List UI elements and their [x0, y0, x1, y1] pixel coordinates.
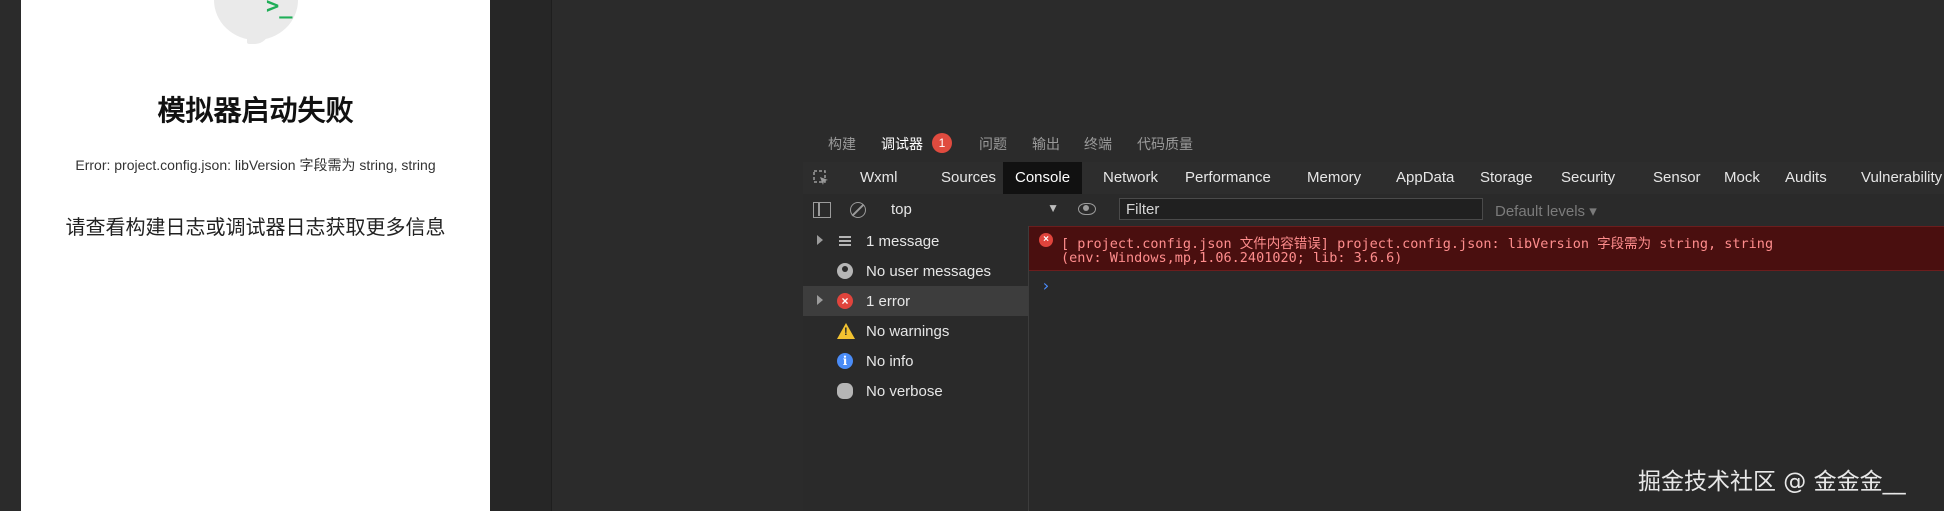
- context-value: top: [891, 201, 912, 218]
- devtools-panel: 构建 调试器 1 问题 输出 终端 代码质量 Wxml Sources Cons…: [803, 124, 1944, 511]
- warning-mark: !: [844, 326, 848, 338]
- devtools-panel-tabs: Wxml Sources Console Network Performance…: [803, 162, 1944, 195]
- live-expression-eye-icon[interactable]: [1078, 203, 1096, 215]
- simulator-error-message: Error: project.config.json: libVersion 字…: [75, 157, 436, 173]
- clear-console-icon[interactable]: [850, 202, 866, 218]
- sidebar-item-label: No verbose: [866, 383, 943, 400]
- sidebar-item-label: No warnings: [866, 323, 950, 340]
- tab-build[interactable]: 构建: [828, 134, 856, 154]
- tab-performance[interactable]: Performance: [1173, 162, 1283, 194]
- tab-network[interactable]: Network: [1091, 162, 1170, 194]
- sidebar-item-label: 1 error: [866, 293, 911, 310]
- expand-arrow-icon[interactable]: [817, 235, 823, 245]
- info-icon: i: [837, 353, 853, 369]
- log-levels-dropdown[interactable]: Default levels ▾: [1495, 202, 1597, 220]
- simulator-hint: 请查看构建日志或调试器日志获取更多信息: [65, 215, 446, 239]
- debug-tabs: 构建 调试器 1 问题 输出 终端 代码质量: [803, 124, 1944, 164]
- expand-arrow-icon[interactable]: [817, 295, 823, 305]
- context-selector[interactable]: top ▼: [891, 201, 1059, 219]
- simulator-fail-title: 模拟器启动失败: [157, 94, 354, 127]
- console-prompt[interactable]: ›: [1041, 276, 1051, 295]
- tab-security[interactable]: Security: [1549, 162, 1627, 194]
- tab-vulnerability[interactable]: Vulnerability: [1849, 162, 1944, 194]
- sidebar-toggle-icon[interactable]: [813, 202, 831, 218]
- sidebar-item-user-messages[interactable]: No user messages: [803, 256, 1028, 286]
- sidebar-item-label: 1 message: [866, 233, 940, 250]
- error-icon: ×: [1039, 233, 1053, 247]
- error-icon: ×: [837, 293, 853, 309]
- sidebar-item-label: No info: [866, 353, 914, 370]
- tab-storage[interactable]: Storage: [1468, 162, 1545, 194]
- list-icon: [837, 233, 853, 249]
- sidebar-item-verbose[interactable]: No verbose: [803, 376, 1028, 406]
- tab-debugger[interactable]: 调试器: [881, 134, 923, 164]
- tab-mock[interactable]: Mock: [1712, 162, 1772, 194]
- watermark: 掘金技术社区 @ 金金金__: [1638, 469, 1906, 495]
- sidebar-item-warnings[interactable]: ! No warnings: [803, 316, 1028, 346]
- tab-console[interactable]: Console: [1003, 162, 1083, 194]
- tab-terminal[interactable]: 终端: [1084, 134, 1112, 154]
- sidebar-item-errors[interactable]: × 1 error: [803, 286, 1028, 316]
- console-error-message[interactable]: × [ project.config.json 文件内容错误] project.…: [1029, 226, 1944, 271]
- tab-output[interactable]: 输出: [1032, 134, 1060, 154]
- tab-wxml[interactable]: Wxml: [848, 162, 910, 194]
- left-edge: [0, 0, 21, 511]
- tab-audits[interactable]: Audits: [1773, 162, 1839, 194]
- console-sidebar: 1 message No user messages × 1 error ! N…: [803, 226, 1029, 511]
- tab-issues[interactable]: 问题: [979, 134, 1007, 154]
- terminal-mark-icon: >_: [266, 0, 293, 19]
- tab-sensor[interactable]: Sensor: [1641, 162, 1713, 194]
- error-text-line1: [ project.config.json 文件内容错误] project.co…: [1061, 236, 1774, 252]
- error-text-line2: (env: Windows,mp,1.06.2401020; lib: 3.6.…: [1061, 250, 1403, 266]
- inspect-element-icon[interactable]: [813, 170, 829, 186]
- sidebar-item-label: No user messages: [866, 263, 992, 280]
- chevron-down-icon: ▼: [1047, 201, 1059, 215]
- simulator-panel: >_ 模拟器启动失败 Error: project.config.json: l…: [21, 0, 490, 511]
- debugger-error-badge: 1: [932, 133, 952, 153]
- sidebar-item-info[interactable]: i No info: [803, 346, 1028, 376]
- bug-icon: [837, 383, 853, 399]
- tab-appdata[interactable]: AppData: [1384, 162, 1466, 194]
- panel-divider[interactable]: [490, 0, 552, 511]
- tab-sources[interactable]: Sources: [929, 162, 1008, 194]
- tab-memory[interactable]: Memory: [1295, 162, 1373, 194]
- user-icon: [837, 263, 853, 279]
- log-levels-label: Default levels: [1495, 203, 1586, 220]
- console-toolbar: top ▼ Default levels ▾: [803, 194, 1944, 227]
- filter-input[interactable]: [1119, 198, 1483, 220]
- chat-bubble-tail: [247, 26, 269, 44]
- tab-code-quality[interactable]: 代码质量: [1137, 134, 1193, 154]
- sidebar-item-messages[interactable]: 1 message: [803, 226, 1028, 256]
